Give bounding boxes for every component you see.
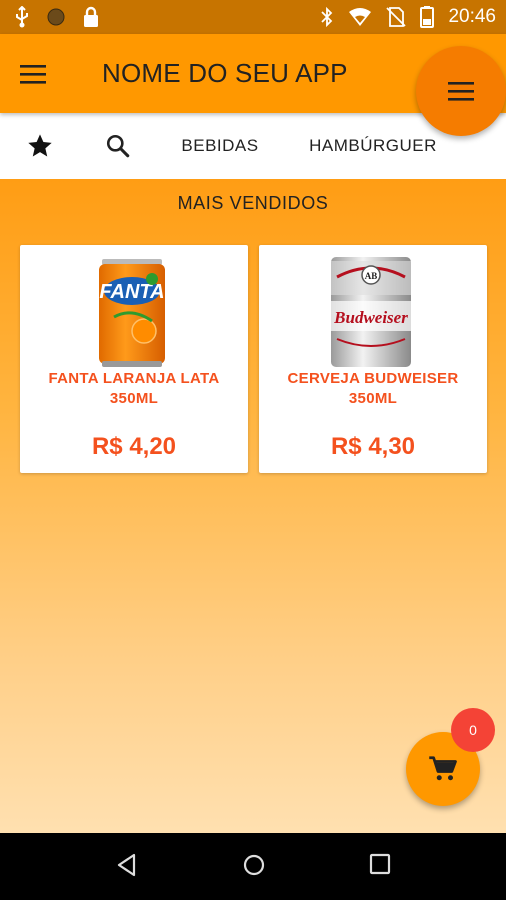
product-name: FANTA LARANJA LATA 350ML — [48, 370, 220, 407]
product-image: FANTA — [94, 257, 170, 369]
wifi-icon — [348, 7, 372, 27]
cart-icon — [429, 756, 457, 781]
tab-favorites[interactable] — [0, 113, 80, 179]
search-icon — [106, 134, 130, 158]
status-bar: 20:46 — [0, 0, 506, 34]
section-title: MAIS VENDIDOS — [177, 193, 329, 213]
tab-label: BEBIDAS — [181, 136, 259, 155]
svg-text:AB: AB — [365, 271, 378, 281]
cart-count-badge: 0 — [451, 708, 495, 752]
status-time: 20:46 — [448, 6, 496, 27]
tab-indicator — [0, 176, 80, 179]
svg-text:FANTA: FANTA — [99, 281, 164, 303]
home-icon — [243, 854, 265, 876]
bluetooth-icon — [320, 6, 334, 28]
product-price: R$ 4,20 — [91, 433, 177, 460]
menu-button[interactable] — [20, 58, 60, 90]
usb-icon — [14, 6, 30, 28]
product-price: R$ 4,30 — [330, 433, 416, 460]
recents-button[interactable] — [369, 853, 391, 880]
no-sim-icon — [386, 6, 407, 28]
tab-bebidas[interactable]: BEBIDAS — [160, 113, 280, 179]
recents-icon — [369, 853, 391, 875]
battery-icon — [420, 6, 435, 28]
svg-text:Budweiser: Budweiser — [333, 308, 408, 327]
lock-icon — [82, 6, 100, 28]
product-card[interactable]: AB Budweiser CERVEJA BUDWEISER 350ML R$ … — [259, 245, 487, 473]
tab-search[interactable] — [80, 113, 156, 179]
menu-icon — [20, 65, 46, 84]
back-button[interactable] — [116, 853, 138, 882]
navigation-bar — [0, 833, 506, 900]
star-icon — [28, 134, 52, 157]
product-image: AB Budweiser — [331, 257, 411, 369]
back-icon — [117, 853, 136, 877]
home-button[interactable] — [242, 853, 266, 882]
tab-label: HAMBÚRGUER — [309, 136, 437, 155]
circle-icon — [46, 7, 66, 27]
product-name: CERVEJA BUDWEISER 350ML — [287, 370, 459, 407]
product-card[interactable]: FANTA FANTA LARANJA LATA 350ML R$ 4,20 — [20, 245, 248, 473]
menu-icon — [448, 82, 474, 101]
app-title: NOME DO SEU APP — [102, 58, 348, 88]
floating-menu-button[interactable] — [416, 46, 506, 136]
